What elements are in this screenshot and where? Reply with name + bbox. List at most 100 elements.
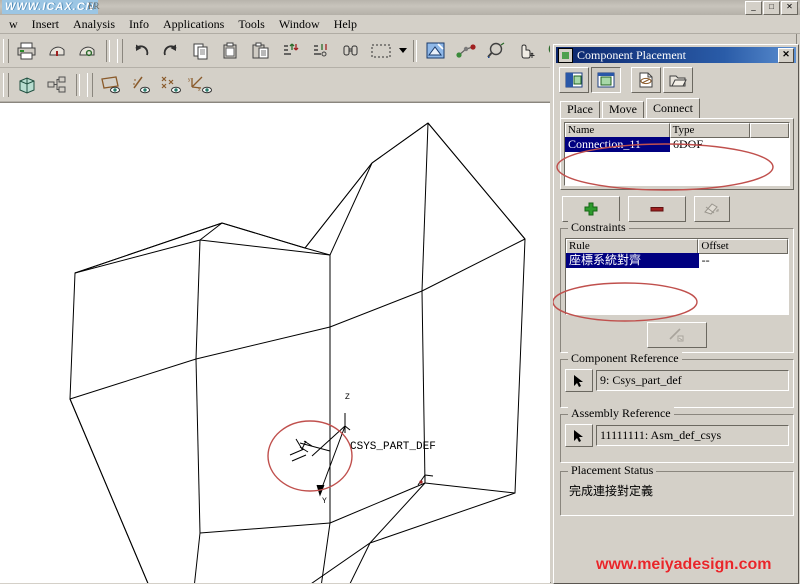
- window-titlebar: WWW.ICAX.CN ER _ □ ✕: [0, 0, 800, 16]
- connections-grid[interactable]: Name Type Connection_11 6DOF: [564, 122, 790, 186]
- toolbar-separator: [413, 39, 417, 62]
- remove-connection-button[interactable]: [628, 196, 686, 222]
- column-header-blank[interactable]: [750, 123, 789, 138]
- print-setup-icon[interactable]: [73, 37, 101, 64]
- assembly-reference-value[interactable]: 11111111: Asm_def_csys: [596, 425, 789, 446]
- csys-axis-y-label: Y: [322, 497, 327, 506]
- table-row[interactable]: Connection_11 6DOF: [565, 137, 789, 152]
- column-header-rule[interactable]: Rule: [566, 239, 699, 254]
- menu-insert[interactable]: Insert: [25, 16, 66, 33]
- menu-analysis[interactable]: Analysis: [66, 16, 122, 33]
- menu-info[interactable]: Info: [122, 16, 156, 33]
- csys-name-label: CSYS_PART_DEF: [350, 441, 436, 453]
- dialog-open-file-button[interactable]: [663, 67, 693, 93]
- cell-connection-name[interactable]: Connection_11: [565, 137, 670, 152]
- secondary-csys-point: [419, 480, 423, 484]
- spin-center-icon[interactable]: [482, 37, 510, 64]
- table-row[interactable]: 座標系統對齊 --: [566, 253, 788, 268]
- minimize-button[interactable]: _: [745, 1, 762, 15]
- paste-icon[interactable]: [217, 37, 245, 64]
- column-header-name[interactable]: Name: [565, 123, 670, 138]
- component-reference-row: 9: Csys_part_def: [565, 369, 789, 392]
- menu-view-partial[interactable]: w: [2, 16, 25, 33]
- component-reference-pick-button[interactable]: [565, 369, 593, 392]
- connections-grid-header: Name Type: [565, 123, 789, 138]
- datum-plane-display-icon[interactable]: [97, 71, 125, 98]
- toolbar-separator: [76, 73, 80, 96]
- application-window: WWW.ICAX.CN ER _ □ ✕ w Insert Analysis I…: [0, 0, 800, 584]
- close-button[interactable]: ✕: [781, 1, 798, 15]
- dialog-title: Component Placement: [577, 47, 686, 62]
- constraints-grid[interactable]: Rule Offset 座標系統對齊 --: [565, 238, 789, 315]
- cell-constraint-rule[interactable]: 座標系統對齊: [566, 253, 699, 268]
- component-placement-dialog: Component Placement ✕ Place Move Connect…: [553, 44, 799, 584]
- cell-constraint-offset[interactable]: --: [699, 253, 788, 268]
- dialog-separate-window-button[interactable]: [591, 67, 621, 93]
- dialog-close-button[interactable]: ✕: [778, 47, 794, 63]
- assembly-reference-body: 11111111: Asm_def_csys: [561, 418, 793, 452]
- regenerate-icon[interactable]: [277, 37, 305, 64]
- tab-move[interactable]: Move: [602, 101, 644, 118]
- maximize-button[interactable]: □: [763, 1, 780, 15]
- column-header-offset[interactable]: Offset: [698, 239, 788, 254]
- csys-axis-z-label: Z: [345, 393, 350, 402]
- model-tree-icon[interactable]: [43, 71, 71, 98]
- dialog-tabs: Place Move Connect: [560, 98, 794, 118]
- toolbar-grip[interactable]: [3, 72, 9, 97]
- repaint-icon[interactable]: [422, 37, 450, 64]
- assembly-reference-row: 11111111: Asm_def_csys: [565, 424, 789, 447]
- datum-axis-icon[interactable]: [452, 37, 480, 64]
- dropdown-arrow-icon[interactable]: [396, 38, 409, 63]
- placement-status-text: 完成連接對定義: [569, 484, 654, 498]
- menu-window[interactable]: Window: [272, 16, 327, 33]
- add-connection-button[interactable]: [562, 196, 620, 222]
- regenerate-manual-icon[interactable]: [307, 37, 335, 64]
- model-wireframe: Z Y CSYS_PART_DEF: [69, 122, 526, 583]
- datum-point-display-icon[interactable]: [157, 71, 185, 98]
- datum-axis-display-icon[interactable]: [127, 71, 155, 98]
- component-reference-label: Component Reference: [568, 352, 682, 364]
- cell-blank[interactable]: [751, 137, 789, 152]
- assembly-reference-label: Assembly Reference: [568, 407, 674, 419]
- menu-help[interactable]: Help: [327, 16, 364, 33]
- select-box-icon[interactable]: [367, 37, 395, 64]
- dialog-window-button[interactable]: [559, 67, 589, 93]
- svg-text:y: y: [188, 77, 191, 83]
- graphics-window[interactable]: Z Y CSYS_PART_DEF: [0, 102, 551, 583]
- menu-tools[interactable]: Tools: [231, 16, 272, 33]
- constraint-edit-button[interactable]: [647, 322, 707, 348]
- assembly-reference-pick-button[interactable]: [565, 424, 593, 447]
- toolbar-grip[interactable]: [3, 38, 9, 63]
- print-icon[interactable]: [13, 37, 41, 64]
- dialog-titlebar[interactable]: Component Placement ✕: [556, 47, 796, 63]
- print-preview-icon[interactable]: [43, 37, 71, 64]
- component-reference-value[interactable]: 9: Csys_part_def: [596, 370, 789, 391]
- pan-hand-icon[interactable]: [512, 37, 540, 64]
- constraints-grid-header: Rule Offset: [566, 239, 788, 254]
- find-icon[interactable]: [337, 37, 365, 64]
- paste-special-icon[interactable]: [247, 37, 275, 64]
- shading-icon[interactable]: [13, 71, 41, 98]
- edit-connection-button[interactable]: [694, 196, 730, 222]
- undo-icon[interactable]: [127, 37, 155, 64]
- constraints-group-body: Rule Offset 座標系統對齊 --: [561, 232, 793, 353]
- assembly-reference-group: Assembly Reference 11111111: Asm_def_csy…: [560, 407, 794, 463]
- component-reference-group: Component Reference 9: Csys_part_def: [560, 352, 794, 408]
- toolbar-grip[interactable]: [87, 72, 93, 97]
- dialog-new-file-button[interactable]: [631, 67, 661, 93]
- constraints-group-label: Constraints: [568, 221, 629, 233]
- datum-csys-display-icon[interactable]: y x: [187, 71, 215, 98]
- copy-icon[interactable]: [187, 37, 215, 64]
- placement-status-body: 完成連接對定義: [561, 475, 793, 504]
- dialog-toolbar: [554, 63, 798, 95]
- toolbar-grip[interactable]: [117, 38, 123, 63]
- cell-connection-type[interactable]: 6DOF: [670, 137, 751, 152]
- connection-action-buttons: [562, 196, 798, 222]
- menu-applications[interactable]: Applications: [156, 16, 231, 33]
- constraints-group: Constraints Rule Offset 座標系統對齊 --: [560, 221, 794, 353]
- placement-status-label: Placement Status: [568, 464, 657, 476]
- tab-connect[interactable]: Connect: [646, 98, 700, 118]
- redo-icon[interactable]: [157, 37, 185, 64]
- column-header-type[interactable]: Type: [669, 123, 751, 138]
- tab-place[interactable]: Place: [560, 101, 600, 118]
